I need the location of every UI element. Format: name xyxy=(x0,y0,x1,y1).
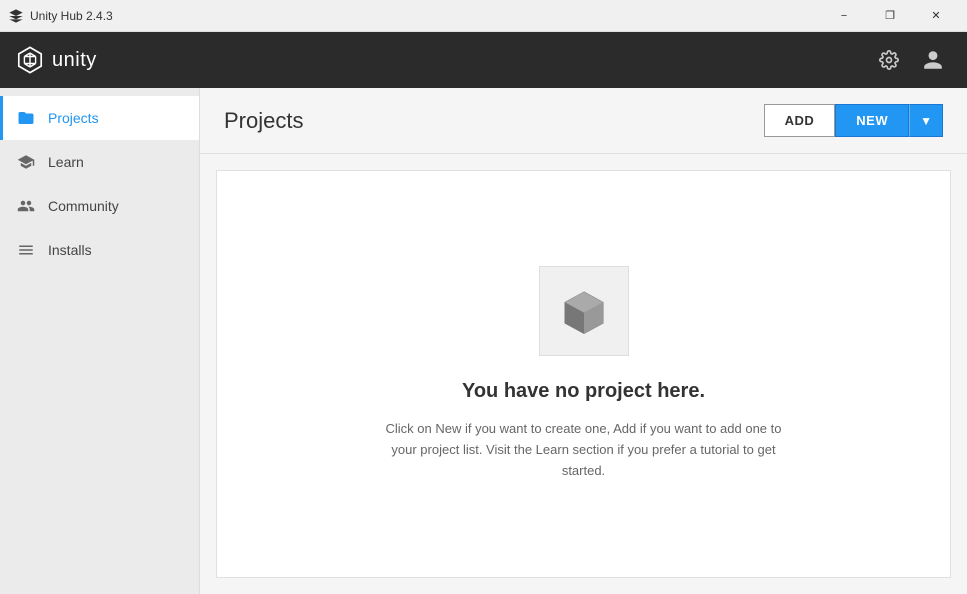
new-button[interactable]: NEW xyxy=(835,104,909,137)
title-bar: Unity Hub 2.4.3 − ❐ ✕ xyxy=(0,0,967,32)
sidebar-item-learn[interactable]: Learn xyxy=(0,140,199,184)
empty-icon-box xyxy=(539,266,629,356)
sidebar-item-community[interactable]: Community xyxy=(0,184,199,228)
header-actions xyxy=(871,42,951,78)
account-button[interactable] xyxy=(915,42,951,78)
app-body: Projects Learn Community xyxy=(0,88,967,594)
page-title: Projects xyxy=(224,108,764,134)
installs-icon xyxy=(16,240,36,260)
main-content: Projects ADD NEW ▼ xyxy=(200,88,967,594)
projects-icon xyxy=(16,108,36,128)
learn-icon xyxy=(16,152,36,172)
sidebar-item-projects[interactable]: Projects xyxy=(0,96,199,140)
close-button[interactable]: ✕ xyxy=(913,0,959,32)
sidebar-item-installs[interactable]: Installs xyxy=(0,228,199,272)
chevron-down-icon: ▼ xyxy=(920,114,932,128)
content-header: Projects ADD NEW ▼ xyxy=(200,88,967,154)
empty-description: Click on New if you want to create one, … xyxy=(374,419,794,481)
window-controls: − ❐ ✕ xyxy=(821,0,959,32)
content-actions: ADD NEW ▼ xyxy=(764,104,943,137)
logo: unity xyxy=(16,46,97,74)
app-container: unity xyxy=(0,32,967,594)
restore-button[interactable]: ❐ xyxy=(867,0,913,32)
add-button[interactable]: ADD xyxy=(764,104,836,137)
unity-logo-icon xyxy=(16,46,44,74)
empty-state: You have no project here. Click on New i… xyxy=(334,226,834,521)
account-icon xyxy=(922,49,944,71)
sidebar-item-label: Projects xyxy=(48,110,99,126)
community-icon xyxy=(16,196,36,216)
window-title: Unity Hub 2.4.3 xyxy=(30,9,821,23)
sidebar: Projects Learn Community xyxy=(0,88,200,594)
empty-state-container: You have no project here. Click on New i… xyxy=(216,170,951,578)
app-icon xyxy=(8,8,24,24)
settings-button[interactable] xyxy=(871,42,907,78)
sidebar-item-label: Learn xyxy=(48,154,84,170)
sidebar-item-label: Community xyxy=(48,198,119,214)
new-dropdown-button[interactable]: ▼ xyxy=(909,104,943,137)
logo-text: unity xyxy=(52,49,97,72)
gear-icon xyxy=(879,50,899,70)
minimize-button[interactable]: − xyxy=(821,0,867,32)
cube-icon xyxy=(558,285,610,337)
app-header: unity xyxy=(0,32,967,88)
sidebar-item-label: Installs xyxy=(48,242,92,258)
empty-title: You have no project here. xyxy=(462,380,705,403)
